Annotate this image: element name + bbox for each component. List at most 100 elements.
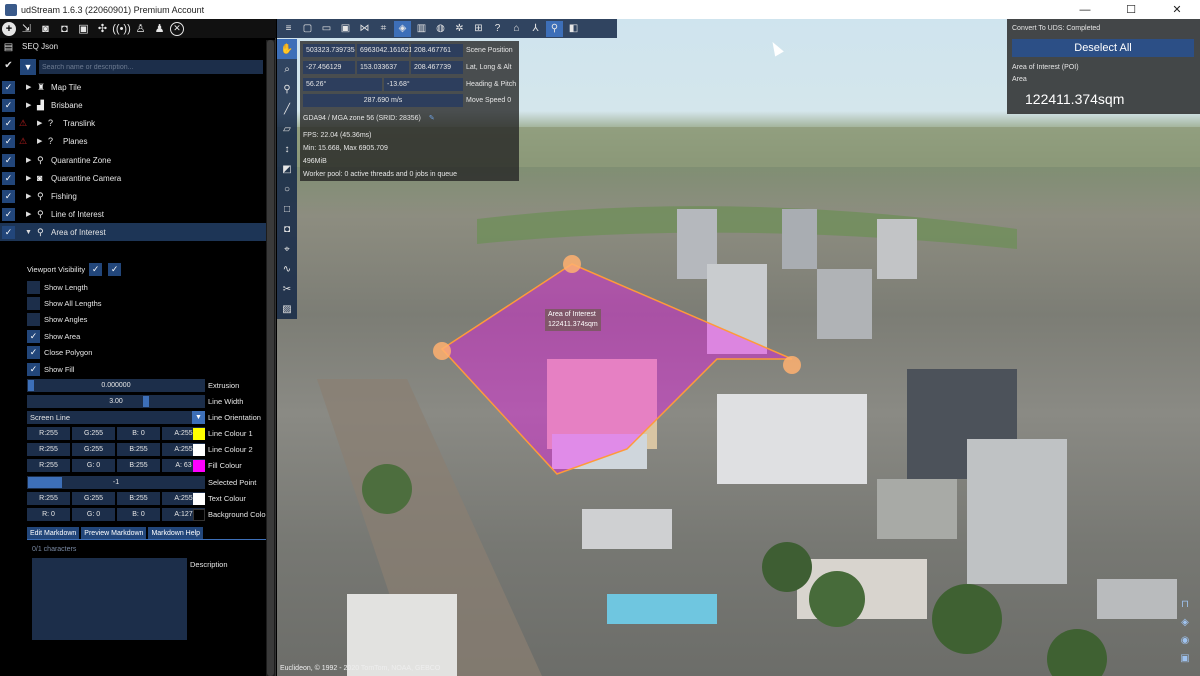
tree-item-translink[interactable]: ✓ ⚠ ▶ ? Translink [0, 114, 266, 132]
green-field[interactable]: G:255 [72, 492, 115, 505]
book-icon[interactable]: ⊞ [470, 21, 487, 37]
option-show-area[interactable]: ✓ Show Area [27, 329, 80, 344]
lock-icon[interactable]: ⊓ [1175, 595, 1195, 613]
visibility-checkbox[interactable]: ✓ [2, 80, 15, 94]
zoom-icon[interactable]: ⌕ [277, 59, 297, 79]
tab-edit-markdown[interactable]: Edit Markdown [27, 527, 80, 539]
edit-icon[interactable]: ✎ [429, 115, 435, 122]
checkbox[interactable]: ✓ [27, 297, 40, 310]
deselect-all-button[interactable]: Deselect All [1012, 39, 1194, 57]
checkbox[interactable]: ✓ [27, 281, 40, 294]
green-field[interactable]: G:255 [72, 443, 115, 456]
new-scene-icon[interactable]: ▢ [299, 21, 316, 37]
option-close-polygon[interactable]: ✓ Close Polygon [27, 345, 92, 360]
user-down-icon[interactable]: ♟ [151, 21, 168, 36]
description-textarea[interactable] [32, 558, 187, 640]
green-field[interactable]: G: 0 [72, 508, 115, 521]
visibility-checkbox[interactable]: ✓ [2, 189, 15, 203]
screenshot-icon[interactable]: ◘ [56, 21, 73, 36]
filter-icon[interactable]: ▼ [20, 59, 36, 75]
tree-item-line-of-interest[interactable]: ✓ ▶ ⚲ Line of Interest [0, 205, 266, 223]
line-icon[interactable]: ╱ [277, 99, 297, 119]
expand-arrow-icon[interactable]: ▶ [37, 137, 42, 145]
altitude-field[interactable]: 208.467739 [411, 61, 463, 74]
open-folder-icon[interactable]: ▭ [318, 21, 335, 37]
help-icon[interactable]: ? [489, 21, 506, 37]
eye-icon[interactable]: ◉ [1175, 631, 1195, 649]
split-view-icon[interactable]: ◧ [565, 21, 582, 37]
visibility-checkbox[interactable]: ✓ [2, 153, 15, 167]
red-field[interactable]: R:255 [27, 492, 70, 505]
green-field[interactable]: G: 0 [72, 459, 115, 472]
blue-field[interactable]: B:255 [117, 492, 160, 505]
menu-icon[interactable]: ≡ [280, 21, 297, 37]
viewport-visibility-checkbox-1[interactable]: ✓ [89, 263, 103, 276]
hand-icon[interactable]: ✋ [277, 39, 297, 59]
cut-icon[interactable]: ✂ [277, 279, 297, 299]
save-icon[interactable]: ▣ [337, 21, 354, 37]
move-speed-slider[interactable]: 287.690 m/s [303, 94, 463, 107]
tree-item-fishing[interactable]: ✓ ▶ ⚲ Fishing [0, 187, 266, 205]
cylinder-icon[interactable]: ◘ [277, 219, 297, 239]
longitude-field[interactable]: 153.033637 [357, 61, 409, 74]
tree-item-planes[interactable]: ✓ ⚠ ▶ ? Planes [0, 132, 266, 150]
tree-item-brisbane[interactable]: ✓ ▶ ▟ Brisbane [0, 96, 266, 114]
selected-point-slider[interactable]: -1 [27, 476, 205, 489]
polygon-vertex[interactable] [783, 356, 801, 374]
visibility-checkbox[interactable]: ✓ [2, 116, 15, 130]
scrollbar[interactable] [266, 40, 275, 676]
line-colour-2-swatch[interactable] [193, 444, 205, 456]
home-icon[interactable]: ⌂ [508, 21, 525, 37]
tree-item-area-of-interest[interactable]: ✓ ▼ ⚲ Area of Interest [0, 223, 266, 241]
visibility-checkbox[interactable]: ✓ [2, 171, 15, 185]
option-show-length[interactable]: ✓ Show Length [27, 280, 88, 295]
pitch-field[interactable]: -13.68° [384, 78, 463, 91]
box-icon[interactable]: ▣ [1175, 649, 1195, 667]
latitude-field[interactable]: -27.456129 [303, 61, 355, 74]
red-field[interactable]: R: 0 [27, 508, 70, 521]
search-input[interactable] [39, 60, 263, 74]
height-icon[interactable]: ↕ [277, 139, 297, 159]
visibility-checkbox[interactable]: ✓ [2, 134, 15, 148]
minimize-button[interactable]: — [1062, 0, 1108, 19]
visibility-checkbox[interactable]: ✓ [2, 98, 15, 112]
visibility-checkbox[interactable]: ✓ [2, 207, 15, 221]
line-width-slider[interactable]: 3.00 [27, 395, 205, 408]
option-show-all-lengths[interactable]: ✓ Show All Lengths [27, 296, 102, 311]
chevron-down-icon[interactable]: ▼ [192, 411, 205, 424]
globe-icon[interactable]: ◍ [432, 21, 449, 37]
axis-icon[interactable]: ⅄ [527, 21, 544, 37]
expand-arrow-icon[interactable]: ▶ [26, 192, 31, 200]
blue-field[interactable]: B:255 [117, 459, 160, 472]
line-colour-1-swatch[interactable] [193, 428, 205, 440]
expand-arrow-icon[interactable]: ▶ [26, 101, 31, 109]
sphere-icon[interactable]: ○ [277, 179, 297, 199]
red-field[interactable]: R:255 [27, 443, 70, 456]
polygon-vertex[interactable] [433, 342, 451, 360]
document-icon[interactable]: ▤ [0, 38, 17, 56]
checkbox[interactable]: ✓ [27, 346, 40, 359]
extrusion-slider[interactable]: 0.000000 [27, 379, 205, 392]
image-icon[interactable]: ▨ [277, 299, 297, 319]
checkbox[interactable]: ✓ [27, 313, 40, 326]
expand-arrow-icon[interactable]: ▶ [26, 156, 31, 164]
check-all-icon[interactable]: ✔ [0, 56, 17, 74]
maximize-button[interactable]: ☐ [1108, 0, 1154, 19]
location-pin-icon[interactable]: ⚲ [546, 20, 563, 37]
broadcast-icon[interactable]: ((•)) [112, 21, 131, 36]
visibility-checkbox[interactable]: ✓ [2, 225, 15, 239]
cube-icon[interactable]: ◩ [277, 159, 297, 179]
scene-position-y[interactable]: 6963042.161621 [357, 44, 413, 57]
user-up-icon[interactable]: ♙ [132, 21, 149, 36]
close-button[interactable]: ✕ [1154, 0, 1200, 19]
scene-position-z[interactable]: 208.467761 [411, 44, 463, 57]
box-icon[interactable]: □ [277, 199, 297, 219]
blue-field[interactable]: B:255 [117, 443, 160, 456]
area-icon[interactable]: ▱ [277, 119, 297, 139]
heading-field[interactable]: 56.26° [303, 78, 382, 91]
tab-markdown-help[interactable]: Markdown Help [148, 527, 204, 539]
add-icon[interactable]: + [2, 21, 16, 36]
tab-preview-markdown[interactable]: Preview Markdown [81, 527, 147, 539]
blue-field[interactable]: B: 0 [117, 427, 160, 440]
tree-item-quarantine-camera[interactable]: ✓ ▶ ◙ Quarantine Camera [0, 169, 266, 187]
